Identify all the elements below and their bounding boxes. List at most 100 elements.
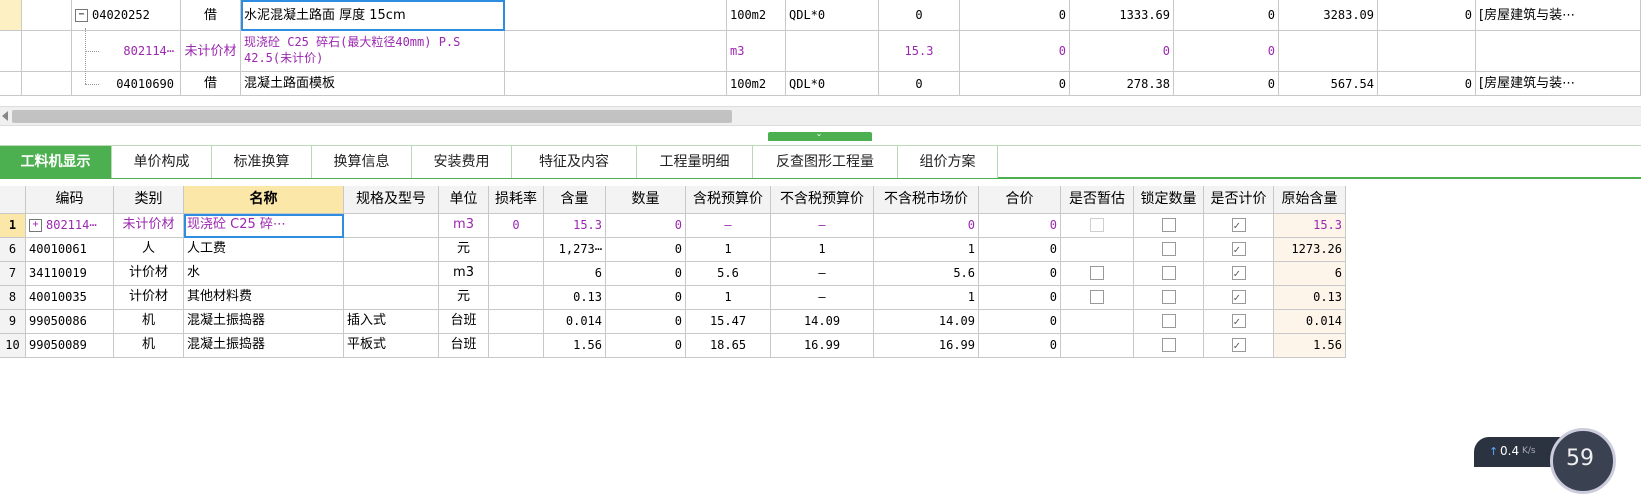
header-col-original-content[interactable]: 原始含量 — [1274, 186, 1346, 214]
tab-2[interactable]: 标准换算 — [212, 146, 312, 178]
upper-row-selector[interactable] — [0, 72, 22, 96]
cell-code[interactable]: 99050086 — [26, 310, 114, 334]
header-col-temp-estimate[interactable]: 是否暂估 — [1061, 186, 1134, 214]
header-col-content[interactable]: 含量 — [544, 186, 606, 214]
header-col-tax-price[interactable]: 含税预算价 — [686, 186, 771, 214]
scrollbar-thumb[interactable] — [12, 110, 732, 123]
upper-qty: 0 — [879, 0, 960, 31]
upper-name[interactable]: 水泥混凝土路面 厚度 15cm — [241, 0, 505, 31]
cell-name[interactable]: 混凝土振捣器 — [184, 334, 344, 358]
cell-lock-qty[interactable] — [1134, 238, 1204, 262]
header-col-loss[interactable]: 损耗率 — [489, 186, 544, 214]
tab-1[interactable]: 单价构成 — [112, 146, 212, 178]
priced-checkbox[interactable] — [1231, 263, 1246, 285]
cell-notax-price: — — [771, 286, 874, 310]
upper-code[interactable]: −04020252 — [72, 0, 181, 31]
cell-temp-estimate[interactable] — [1061, 262, 1134, 286]
header-col-name[interactable]: 名称 — [184, 186, 344, 214]
lock-qty-checkbox[interactable] — [1161, 337, 1176, 352]
lock-qty-checkbox[interactable] — [1161, 265, 1176, 280]
lock-qty-checkbox[interactable] — [1161, 313, 1176, 328]
cell-priced[interactable] — [1204, 262, 1274, 286]
cell-name[interactable]: 人工费 — [184, 238, 344, 262]
cell-original-content: 1.56 — [1274, 334, 1346, 358]
header-col-qty[interactable]: 数量 — [606, 186, 686, 214]
header-col-spec[interactable]: 规格及型号 — [344, 186, 439, 214]
tab-0[interactable]: 工料机显示 — [0, 146, 112, 178]
header-col-market-price[interactable]: 不含税市场价 — [874, 186, 979, 214]
row-number[interactable]: 10 — [0, 334, 26, 358]
cell-temp-estimate[interactable] — [1061, 286, 1134, 310]
tab-5[interactable]: 特征及内容 — [512, 146, 637, 178]
cell-spec — [344, 238, 439, 262]
lock-qty-checkbox[interactable] — [1161, 217, 1176, 232]
expand-node-icon[interactable]: + — [29, 219, 42, 232]
cell-temp-estimate[interactable] — [1061, 214, 1134, 238]
cell-lock-qty[interactable] — [1134, 286, 1204, 310]
header-col-priced[interactable]: 是否计价 — [1204, 186, 1274, 214]
scroll-left-arrow-icon[interactable] — [2, 111, 8, 121]
temp-estimate-checkbox[interactable] — [1090, 265, 1104, 280]
cell-unit: 台班 — [439, 334, 489, 358]
cell-name[interactable]: 现浇砼 C25 碎⋯ — [184, 214, 344, 238]
cell-name[interactable]: 其他材料费 — [184, 286, 344, 310]
tab-4[interactable]: 安装费用 — [412, 146, 512, 178]
priced-checkbox[interactable] — [1231, 335, 1246, 357]
cell-temp-estimate[interactable] — [1061, 334, 1134, 358]
priced-checkbox[interactable] — [1231, 239, 1246, 261]
cell-lock-qty[interactable] — [1134, 334, 1204, 358]
cell-code[interactable]: 34110019 — [26, 262, 114, 286]
upper-row-selector[interactable] — [0, 31, 22, 72]
header-col-unit[interactable]: 单位 — [439, 186, 489, 214]
cell-temp-estimate[interactable] — [1061, 238, 1134, 262]
tab-8[interactable]: 组价方案 — [898, 146, 998, 178]
horizontal-scrollbar[interactable] — [0, 106, 1641, 126]
upper-name[interactable]: 现浇砼 C25 碎石(最大粒径40mm) P.S 42.5(未计价) — [241, 31, 505, 72]
cell-priced[interactable] — [1204, 238, 1274, 262]
cell-content: 15.3 — [544, 214, 606, 238]
cell-code[interactable]: 40010061 — [26, 238, 114, 262]
row-number[interactable]: 7 — [0, 262, 26, 286]
tab-7[interactable]: 反查图形工程量 — [753, 146, 898, 178]
upper-code-text: 04020252 — [92, 8, 150, 22]
cell-lock-qty[interactable] — [1134, 214, 1204, 238]
cell-code[interactable]: +802114⋯ — [26, 214, 114, 238]
cell-lock-qty[interactable] — [1134, 310, 1204, 334]
cell-name[interactable]: 水 — [184, 262, 344, 286]
cell-temp-estimate[interactable] — [1061, 310, 1134, 334]
lock-qty-checkbox[interactable] — [1161, 241, 1176, 256]
lock-qty-checkbox[interactable] — [1161, 289, 1176, 304]
cell-lock-qty[interactable] — [1134, 262, 1204, 286]
header-col-lock-qty[interactable]: 锁定数量 — [1134, 186, 1204, 214]
priced-checkbox[interactable] — [1231, 311, 1246, 333]
row-number[interactable]: 6 — [0, 238, 26, 262]
temp-estimate-checkbox[interactable] — [1090, 289, 1104, 304]
collapse-node-icon[interactable]: − — [75, 9, 88, 22]
cell-name[interactable]: 混凝土振捣器 — [184, 310, 344, 334]
row-number[interactable]: 8 — [0, 286, 26, 310]
priced-checkbox[interactable] — [1231, 215, 1246, 237]
upper-name[interactable]: 混凝土路面模板 — [241, 72, 505, 96]
cell-type: 机 — [114, 334, 184, 358]
header-col-notax-price[interactable]: 不含税预算价 — [771, 186, 874, 214]
cell-priced[interactable] — [1204, 286, 1274, 310]
upper-value: 0 — [1378, 72, 1476, 96]
priced-checkbox[interactable] — [1231, 287, 1246, 309]
cell-priced[interactable] — [1204, 310, 1274, 334]
row-number[interactable]: 9 — [0, 310, 26, 334]
header-col-total[interactable]: 合价 — [979, 186, 1061, 214]
tab-6[interactable]: 工程量明细 — [637, 146, 753, 178]
upper-value: 0 — [1070, 31, 1174, 72]
cell-tax-price: — — [686, 214, 771, 238]
cell-unit: m3 — [439, 262, 489, 286]
cell-code[interactable]: 99050089 — [26, 334, 114, 358]
row-selector[interactable] — [0, 0, 22, 31]
cell-code[interactable]: 40010035 — [26, 286, 114, 310]
tab-3[interactable]: 换算信息 — [312, 146, 412, 178]
row-number[interactable]: 1 — [0, 214, 26, 238]
header-col-type[interactable]: 类别 — [114, 186, 184, 214]
header-col-code[interactable]: 编码 — [26, 186, 114, 214]
cell-priced[interactable] — [1204, 214, 1274, 238]
cell-content: 1,273⋯ — [544, 238, 606, 262]
cell-priced[interactable] — [1204, 334, 1274, 358]
